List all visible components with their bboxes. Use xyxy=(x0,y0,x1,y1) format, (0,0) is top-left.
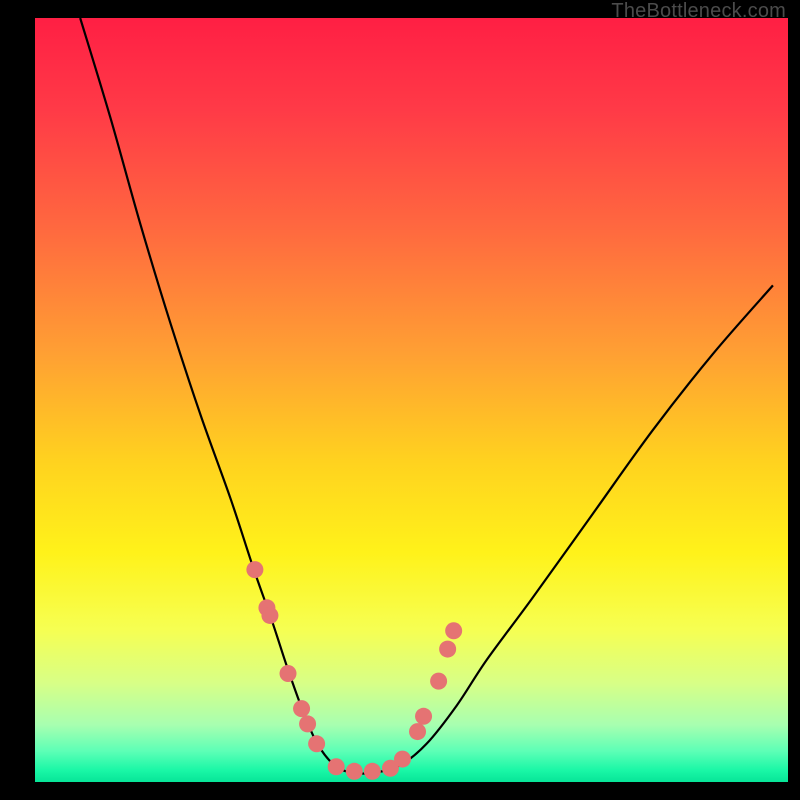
plot-area xyxy=(35,18,788,782)
chart-stage: TheBottleneck.com xyxy=(0,0,800,800)
marker-point xyxy=(394,751,411,768)
highlight-markers xyxy=(246,561,462,780)
marker-point xyxy=(299,715,316,732)
marker-point xyxy=(293,700,310,717)
bottleneck-curve xyxy=(80,18,773,774)
watermark-text: TheBottleneck.com xyxy=(611,0,786,23)
marker-point xyxy=(445,622,462,639)
marker-point xyxy=(280,665,297,682)
marker-point xyxy=(346,763,363,780)
marker-point xyxy=(430,673,447,690)
marker-point xyxy=(439,641,456,658)
curve-layer xyxy=(35,18,788,782)
marker-point xyxy=(261,607,278,624)
marker-point xyxy=(415,708,432,725)
marker-point xyxy=(246,561,263,578)
marker-point xyxy=(409,723,426,740)
marker-point xyxy=(328,758,345,775)
marker-point xyxy=(364,763,381,780)
marker-point xyxy=(308,735,325,752)
